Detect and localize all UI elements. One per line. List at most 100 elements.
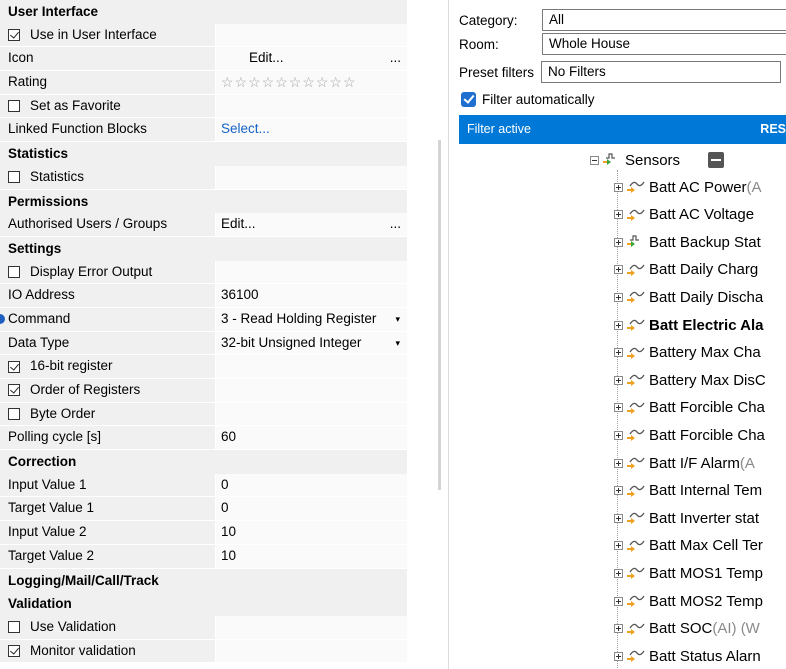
expand-toggle[interactable] bbox=[614, 568, 623, 578]
category-select[interactable]: All bbox=[542, 9, 786, 31]
property-value-cell[interactable]: 32-bit Unsigned Integer ▾ bbox=[215, 331, 407, 355]
tree-node[interactable]: Batt Forcible Cha bbox=[614, 396, 765, 420]
expand-toggle[interactable] bbox=[614, 265, 623, 275]
expand-toggle[interactable] bbox=[614, 624, 623, 634]
minus-icon[interactable] bbox=[708, 152, 725, 168]
rating-stars[interactable]: ☆☆☆☆☆☆☆☆☆☆ bbox=[221, 74, 357, 90]
ellipsis-button[interactable]: ... bbox=[390, 47, 401, 70]
property-row[interactable]: Target Value 2 10 bbox=[0, 544, 407, 569]
tree-node[interactable]: Batt AC Voltage bbox=[614, 203, 754, 227]
property-value-cell[interactable]: 3 - Read Holding Register ▾ bbox=[215, 307, 407, 331]
property-checkbox[interactable] bbox=[8, 408, 20, 421]
expand-toggle[interactable] bbox=[614, 541, 623, 551]
property-value-cell[interactable] bbox=[215, 615, 407, 639]
expand-toggle[interactable] bbox=[614, 651, 623, 661]
tree-node[interactable]: Batt Status Alarn bbox=[614, 644, 761, 668]
property-value-cell[interactable]: 0 bbox=[215, 473, 407, 497]
tree-node[interactable]: Batt SOC (AI) (W bbox=[614, 617, 760, 641]
property-checkbox[interactable] bbox=[8, 265, 20, 278]
expand-toggle[interactable] bbox=[614, 430, 623, 440]
property-value-cell[interactable]: Select... bbox=[215, 118, 407, 142]
expand-toggle[interactable] bbox=[614, 458, 623, 468]
property-row[interactable]: IO Address 36100 bbox=[0, 284, 407, 308]
tree-node[interactable]: Batt Daily Charg bbox=[614, 258, 758, 282]
property-row[interactable]: Set as Favorite bbox=[0, 94, 407, 119]
property-checkbox[interactable] bbox=[8, 384, 20, 397]
tree-node[interactable]: Batt MOS2 Temp bbox=[614, 589, 763, 613]
tree-node[interactable]: Batt Internal Tem bbox=[614, 479, 762, 503]
property-row[interactable]: Rating ☆☆☆☆☆☆☆☆☆☆ bbox=[0, 71, 407, 95]
property-row[interactable]: Polling cycle [s] 60 bbox=[0, 426, 407, 451]
property-value-cell[interactable]: Edit...... bbox=[215, 47, 407, 71]
property-checkbox[interactable] bbox=[8, 171, 20, 184]
property-value-cell[interactable] bbox=[215, 165, 407, 189]
property-row[interactable]: Linked Function Blocks Select... bbox=[0, 118, 407, 143]
tree-node[interactable]: Batt Max Cell Ter bbox=[614, 534, 763, 558]
expand-toggle[interactable] bbox=[614, 320, 623, 330]
property-checkbox[interactable] bbox=[8, 621, 20, 634]
expand-toggle[interactable] bbox=[614, 375, 623, 385]
tree-node[interactable]: Batt Daily Discha bbox=[614, 285, 763, 309]
property-checkbox[interactable] bbox=[8, 644, 20, 657]
select-link[interactable]: Select... bbox=[221, 121, 270, 136]
property-value-cell[interactable]: 10 bbox=[215, 521, 407, 544]
expand-toggle[interactable] bbox=[614, 210, 623, 220]
expand-toggle[interactable] bbox=[614, 237, 623, 247]
room-select[interactable]: Whole House bbox=[542, 33, 786, 55]
tree-node[interactable]: Batt MOS1 Temp bbox=[614, 561, 763, 585]
tree-node[interactable]: Battery Max DisC bbox=[614, 368, 766, 392]
property-row[interactable]: Authorised Users / Groups Edit...... bbox=[0, 213, 407, 237]
property-row[interactable]: Icon Edit...... bbox=[0, 47, 407, 72]
property-row[interactable]: Command 3 - Read Holding Register ▾ bbox=[0, 307, 407, 332]
property-row[interactable]: Input Value 1 0 bbox=[0, 473, 407, 498]
property-value-cell[interactable]: ☆☆☆☆☆☆☆☆☆☆ bbox=[215, 71, 407, 94]
tree-node[interactable]: Batt Inverter stat bbox=[614, 506, 759, 530]
property-row[interactable]: Statistics bbox=[0, 165, 407, 190]
property-value-cell[interactable] bbox=[215, 94, 407, 118]
reset-filter-button[interactable]: RES bbox=[760, 115, 786, 144]
collapse-toggle[interactable] bbox=[590, 155, 599, 165]
property-value-cell[interactable]: 36100 bbox=[215, 284, 407, 307]
property-value-cell[interactable]: 60 bbox=[215, 426, 407, 450]
expand-toggle[interactable] bbox=[614, 513, 623, 523]
chevron-down-icon[interactable]: ▾ bbox=[395, 332, 400, 355]
property-row[interactable]: Display Error Output bbox=[0, 260, 407, 285]
tree-node[interactable]: Batt Forcible Cha bbox=[614, 423, 765, 447]
property-value-cell[interactable]: Edit...... bbox=[215, 213, 407, 236]
property-row[interactable]: Order of Registers bbox=[0, 379, 407, 403]
property-value-cell[interactable] bbox=[215, 260, 407, 284]
expand-toggle[interactable] bbox=[614, 486, 623, 496]
property-checkbox[interactable] bbox=[8, 360, 20, 373]
tree-node[interactable]: Battery Max Cha bbox=[614, 341, 761, 365]
expand-toggle[interactable] bbox=[614, 596, 623, 606]
property-value-cell[interactable] bbox=[215, 402, 407, 426]
preset-select[interactable]: No Filters bbox=[541, 61, 781, 83]
tree-node[interactable]: Batt AC Power (A bbox=[614, 175, 762, 199]
filter-automatically[interactable]: Filter automatically bbox=[461, 88, 595, 110]
expand-toggle[interactable] bbox=[614, 403, 623, 413]
expand-toggle[interactable] bbox=[614, 348, 623, 358]
property-value-cell[interactable] bbox=[215, 639, 407, 663]
property-value-cell[interactable] bbox=[215, 379, 407, 402]
property-row[interactable]: Data Type 32-bit Unsigned Integer ▾ bbox=[0, 331, 407, 356]
property-row[interactable]: 16-bit register bbox=[0, 355, 407, 379]
property-row[interactable]: Use in User Interface bbox=[0, 23, 407, 48]
filter-automatically-checkbox[interactable] bbox=[461, 91, 476, 107]
property-value-cell[interactable] bbox=[215, 355, 407, 378]
panel-scrollbar[interactable] bbox=[438, 140, 441, 490]
ellipsis-button[interactable]: ... bbox=[390, 213, 401, 236]
property-row[interactable]: Monitor validation bbox=[0, 639, 407, 664]
property-row[interactable]: Target Value 1 0 bbox=[0, 497, 407, 522]
panel-divider[interactable] bbox=[448, 0, 449, 669]
property-checkbox[interactable] bbox=[8, 29, 20, 42]
expand-toggle[interactable] bbox=[614, 292, 623, 302]
tree-node-sensors[interactable]: Sensors bbox=[590, 148, 725, 172]
property-checkbox[interactable] bbox=[8, 100, 20, 113]
property-value-cell[interactable]: 0 bbox=[215, 497, 407, 521]
chevron-down-icon[interactable]: ▾ bbox=[395, 308, 400, 331]
property-value-cell[interactable] bbox=[215, 23, 407, 47]
property-row[interactable]: Byte Order bbox=[0, 402, 407, 427]
tree-node[interactable]: Batt Backup Stat bbox=[614, 230, 761, 254]
property-value-cell[interactable]: 10 bbox=[215, 544, 407, 568]
tree-node[interactable]: Batt Electric Ala bbox=[614, 313, 764, 337]
